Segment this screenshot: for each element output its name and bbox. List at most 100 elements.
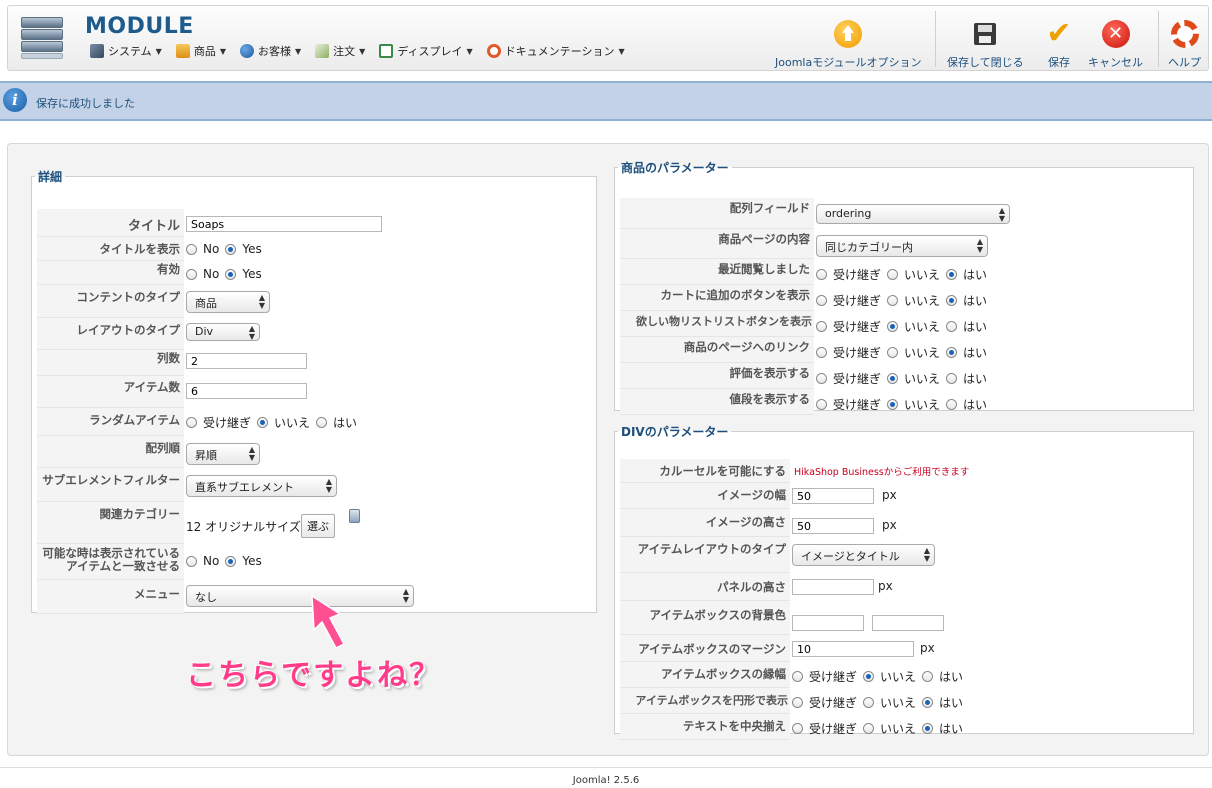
px-unit: px: [920, 641, 935, 655]
center-inherit[interactable]: 受け継ぎ: [792, 720, 857, 737]
recent-no[interactable]: いいえ: [887, 266, 940, 283]
cart-label: カートに追加のボタンを表示: [620, 285, 814, 311]
help-button[interactable]: ヘルプ: [1168, 20, 1201, 70]
form-row: パネルの高さ px: [620, 573, 1190, 601]
cancel-button[interactable]: ✕ キャンセル: [1088, 20, 1143, 70]
content-type-select[interactable]: 商品 ▲ ▼: [186, 291, 270, 313]
columns-input[interactable]: [186, 353, 307, 369]
page-content-select[interactable]: 同じカテゴリー内 ▲ ▼: [816, 235, 988, 257]
content-type-label: コンテントのタイプ: [37, 285, 184, 318]
bg-color-label: アイテムボックスの背景色: [620, 601, 790, 635]
trash-icon[interactable]: [349, 509, 360, 523]
wishlist-yes[interactable]: はい: [946, 318, 987, 335]
display-icon: [379, 44, 394, 58]
product-params-fieldset: 商品のパラメーター 配列フィールド ordering ▲ ▼ 商品ページの内容 同じ…: [614, 159, 1194, 415]
cart-yes[interactable]: はい: [946, 292, 987, 309]
toolbar-divider: [1158, 11, 1159, 67]
random-no[interactable]: いいえ: [257, 414, 310, 431]
recent-label: 最近閲覧しました: [620, 259, 814, 285]
random-yes[interactable]: はい: [316, 414, 357, 431]
users-icon: [239, 44, 254, 58]
save-button[interactable]: ✔ 保存: [1045, 19, 1073, 70]
filter-select[interactable]: 直系サブエレメント ▲ ▼: [186, 475, 337, 497]
link-inherit[interactable]: 受け継ぎ: [816, 344, 881, 361]
order-label: 配列順: [37, 436, 184, 468]
cart-no[interactable]: いいえ: [887, 292, 940, 309]
menu-customers[interactable]: お客様 ▼: [239, 43, 301, 59]
border-no[interactable]: いいえ: [863, 668, 916, 685]
title-label: タイトル: [37, 209, 184, 237]
price-yes[interactable]: はい: [946, 396, 987, 413]
toolbar-divider: [935, 11, 936, 67]
show-title-no[interactable]: No: [186, 242, 219, 256]
center-yes[interactable]: はい: [922, 720, 963, 737]
form-row: 欲しい物リストリストボタンを表示 受け継ぎ いいえ はい: [620, 311, 1190, 337]
cart-inherit[interactable]: 受け継ぎ: [816, 292, 881, 309]
menu-display[interactable]: ディスプレイ ▼: [379, 43, 473, 59]
recent-inherit[interactable]: 受け継ぎ: [816, 266, 881, 283]
wishlist-inherit[interactable]: 受け継ぎ: [816, 318, 881, 335]
border-label: アイテムボックスの縁幅: [620, 662, 790, 688]
border-yes[interactable]: はい: [922, 668, 963, 685]
recent-yes[interactable]: はい: [946, 266, 987, 283]
edit-icon: [315, 44, 330, 58]
match-no[interactable]: No: [186, 554, 219, 568]
menu-orders[interactable]: 注文 ▼: [315, 43, 365, 59]
select-category-button[interactable]: 選ぶ: [301, 514, 335, 538]
margin-input[interactable]: [792, 641, 914, 657]
page-content-label: 商品ページの内容: [620, 229, 814, 259]
wishlist-no[interactable]: いいえ: [887, 318, 940, 335]
rounded-no[interactable]: いいえ: [863, 694, 916, 711]
layout-type-select[interactable]: Div ▲ ▼: [186, 323, 260, 341]
img-width-input[interactable]: [792, 488, 874, 504]
random-inherit[interactable]: 受け継ぎ: [186, 414, 251, 431]
border-inherit[interactable]: 受け継ぎ: [792, 668, 857, 685]
panel-height-input[interactable]: [792, 579, 874, 595]
help-label: ヘルプ: [1168, 56, 1201, 69]
enabled-no[interactable]: No: [186, 267, 219, 281]
enabled-yes[interactable]: Yes: [225, 267, 262, 281]
price-label: 値段を表示する: [620, 389, 814, 415]
bg-color-input[interactable]: [792, 615, 864, 631]
order-select[interactable]: 昇順 ▲ ▼: [186, 443, 260, 465]
title-input[interactable]: [186, 216, 382, 232]
form-row: 可能な時は表示されている アイテムと一致させる No Yes: [37, 544, 593, 580]
items-label: アイテム数: [37, 376, 184, 408]
save-close-button[interactable]: 保存して閉じる: [947, 20, 1024, 70]
columns-label: 列数: [37, 350, 184, 376]
save-label: 保存: [1048, 56, 1070, 69]
rating-no[interactable]: いいえ: [887, 370, 940, 387]
menu-documentation[interactable]: ドキュメンテーション ▼: [486, 43, 625, 59]
enabled-label: 有効: [37, 261, 184, 285]
link-yes[interactable]: はい: [946, 344, 987, 361]
carousel-note: HikaShop Businessからご利用できます: [794, 467, 970, 478]
joomla-options-button[interactable]: Joomlaモジュールオプション: [775, 20, 921, 70]
rating-inherit[interactable]: 受け継ぎ: [816, 370, 881, 387]
items-input[interactable]: [186, 383, 307, 399]
success-message: 保存に成功しました: [36, 97, 135, 110]
form-row: ランダムアイテム 受け継ぎ いいえ はい: [37, 408, 593, 436]
link-no[interactable]: いいえ: [887, 344, 940, 361]
img-height-input[interactable]: [792, 518, 874, 534]
item-layout-select[interactable]: イメージとタイトル ▲ ▼: [792, 544, 935, 566]
match-yes[interactable]: Yes: [225, 554, 262, 568]
price-inherit[interactable]: 受け継ぎ: [816, 396, 881, 413]
chevron-down-icon: ▼: [219, 46, 226, 56]
rounded-inherit[interactable]: 受け継ぎ: [792, 694, 857, 711]
details-fieldset: 詳細 タイトル タイトルを表示 No Yes 有効 No Yes コンテントのタイプ…: [31, 168, 597, 614]
div-params-fieldset: DIVのパラメーター カルーセルを可能にする HikaShop Business…: [614, 423, 1194, 740]
center-no[interactable]: いいえ: [863, 720, 916, 737]
menu-products[interactable]: 商品 ▼: [175, 43, 226, 59]
price-no[interactable]: いいえ: [887, 396, 940, 413]
order-field-select[interactable]: ordering ▲ ▼: [816, 204, 1010, 224]
show-title-yes[interactable]: Yes: [225, 242, 262, 256]
cancel-label: キャンセル: [1088, 56, 1143, 69]
rating-yes[interactable]: はい: [946, 370, 987, 387]
form-row: 関連カテゴリー 12 オリジナルサイズ 選ぶ: [37, 502, 593, 544]
bg-color-input-2[interactable]: [872, 615, 944, 631]
center-label: テキストを中央揃え: [620, 714, 790, 740]
lifebuoy-icon: [486, 44, 501, 58]
item-layout-label: アイテムレイアウトのタイプ: [620, 537, 790, 573]
menu-system[interactable]: システム ▼: [90, 43, 162, 59]
rounded-yes[interactable]: はい: [922, 694, 963, 711]
